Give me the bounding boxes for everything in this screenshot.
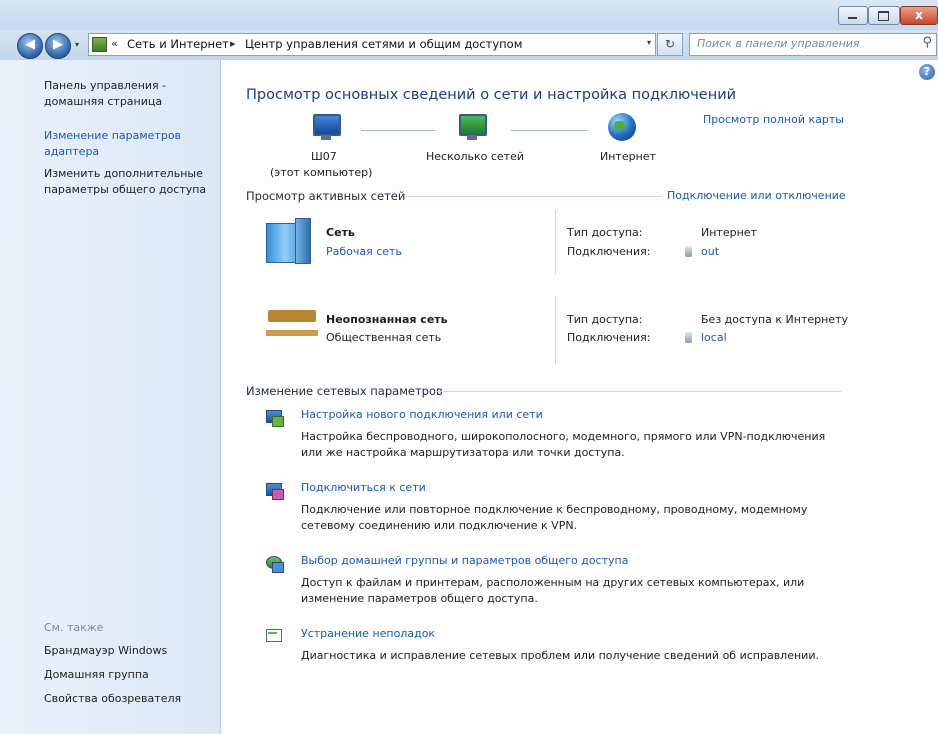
- access-type-label: Тип доступа:: [567, 226, 643, 239]
- see-also-heading: См. также: [44, 621, 104, 634]
- connect-to-network-icon[interactable]: [266, 483, 284, 500]
- minimize-button[interactable]: [838, 6, 868, 25]
- access-type-value: Интернет: [701, 226, 757, 239]
- sidebar-home-link[interactable]: Панель управления - домашняя страница: [44, 78, 194, 110]
- map-connector: [361, 130, 435, 131]
- sidebar-link-internet-options[interactable]: Свойства обозревателя: [44, 691, 181, 707]
- sidebar-item-adapter-settings[interactable]: Изменение параметров адаптера: [44, 128, 194, 160]
- internet-label: Интернет: [600, 150, 656, 163]
- breadcrumb-network-center[interactable]: Центр управления сетями и общим доступом: [245, 37, 522, 51]
- full-map-link[interactable]: Просмотр полной карты: [703, 113, 844, 126]
- forward-button[interactable]: ▶: [45, 33, 71, 59]
- address-bar[interactable]: « Сеть и Интернет ▸ Центр управления сет…: [88, 33, 656, 56]
- network-type-link[interactable]: Рабочая сеть: [326, 245, 402, 258]
- public-network-bench-icon[interactable]: [266, 310, 318, 336]
- connection-link-local[interactable]: local: [701, 331, 727, 344]
- new-connection-icon[interactable]: [266, 410, 284, 427]
- close-button[interactable]: x: [900, 6, 938, 25]
- section-divider: [406, 196, 662, 197]
- active-networks-heading: Просмотр активных сетей: [246, 189, 406, 203]
- page-title: Просмотр основных сведений о сети и наст…: [246, 87, 737, 103]
- multiple-networks-icon[interactable]: [459, 114, 487, 140]
- search-icon[interactable]: ⚲: [922, 35, 932, 50]
- troubleshoot-icon[interactable]: [266, 629, 284, 645]
- network-name: Сеть: [326, 226, 355, 239]
- address-chevron-icon[interactable]: «: [111, 37, 118, 50]
- task-description: или же настройка маршрутизатора или точк…: [301, 446, 625, 459]
- access-type-value: Без доступа к Интернету: [701, 313, 848, 326]
- refresh-button[interactable]: ↻: [657, 33, 683, 56]
- divider: [555, 296, 556, 364]
- back-button[interactable]: ◀: [17, 33, 43, 59]
- breadcrumb-separator-icon[interactable]: ▸: [230, 37, 236, 50]
- computer-caption: (этот компьютер): [270, 166, 373, 179]
- connect-disconnect-link[interactable]: Подключение или отключение: [667, 189, 846, 202]
- task-homegroup-link[interactable]: Выбор домашней группы и параметров общег…: [301, 554, 628, 567]
- task-new-connection-link[interactable]: Настройка нового подключения или сети: [301, 408, 543, 421]
- section-divider: [435, 391, 841, 392]
- task-description: изменение параметров общего доступа.: [301, 592, 538, 605]
- network-type: Общественная сеть: [326, 331, 442, 344]
- homegroup-icon[interactable]: [266, 556, 284, 573]
- multiple-networks-label: Несколько сетей: [426, 150, 524, 163]
- access-type-label: Тип доступа:: [567, 313, 643, 326]
- control-panel-icon: [92, 37, 107, 52]
- sidebar-link-firewall[interactable]: Брандмауэр Windows: [44, 643, 167, 659]
- search-box[interactable]: Поиск в панели управления ⚲: [689, 33, 937, 56]
- network-name: Неопознанная сеть: [326, 313, 448, 326]
- breadcrumb-network-internet[interactable]: Сеть и Интернет: [127, 37, 229, 51]
- network-adapter-icon: [685, 332, 692, 343]
- recent-pages-dropdown[interactable]: ▾: [75, 40, 79, 49]
- task-description: Диагностика и исправление сетевых пробле…: [301, 649, 819, 662]
- change-settings-heading: Изменение сетевых параметров: [246, 384, 443, 398]
- network-adapter-icon: [685, 246, 692, 257]
- main-content: Просмотр основных сведений о сети и наст…: [221, 60, 938, 734]
- task-troubleshoot-link[interactable]: Устранение неполадок: [301, 627, 435, 640]
- map-connector: [511, 130, 587, 131]
- search-input[interactable]: Поиск в панели управления: [697, 37, 860, 50]
- sidebar: Панель управления - домашняя страница Из…: [0, 60, 221, 734]
- connections-label: Подключения:: [567, 245, 651, 258]
- task-description: Настройка беспроводного, широкополосного…: [301, 430, 826, 443]
- help-icon[interactable]: ?: [919, 64, 935, 80]
- sidebar-link-homegroup[interactable]: Домашняя группа: [44, 667, 149, 683]
- internet-globe-icon[interactable]: [608, 113, 636, 141]
- address-dropdown-icon[interactable]: ▾: [647, 38, 651, 47]
- task-description: Подключение или повторное подключение к …: [301, 503, 808, 516]
- task-description: Доступ к файлам и принтерам, расположенн…: [301, 576, 805, 589]
- connections-label: Подключения:: [567, 331, 651, 344]
- computer-icon[interactable]: [313, 114, 341, 140]
- maximize-button[interactable]: [868, 6, 900, 25]
- task-description: сетевому соединению или подключение к VP…: [301, 519, 578, 532]
- sidebar-item-sharing-settings[interactable]: Изменить дополнительные параметры общего…: [44, 166, 209, 198]
- work-network-icon[interactable]: [266, 218, 311, 264]
- divider: [555, 210, 556, 274]
- computer-name: Ш07: [311, 150, 337, 163]
- connection-link-out[interactable]: out: [701, 245, 719, 258]
- title-bar: x: [0, 0, 938, 30]
- task-connect-link[interactable]: Подключиться к сети: [301, 481, 426, 494]
